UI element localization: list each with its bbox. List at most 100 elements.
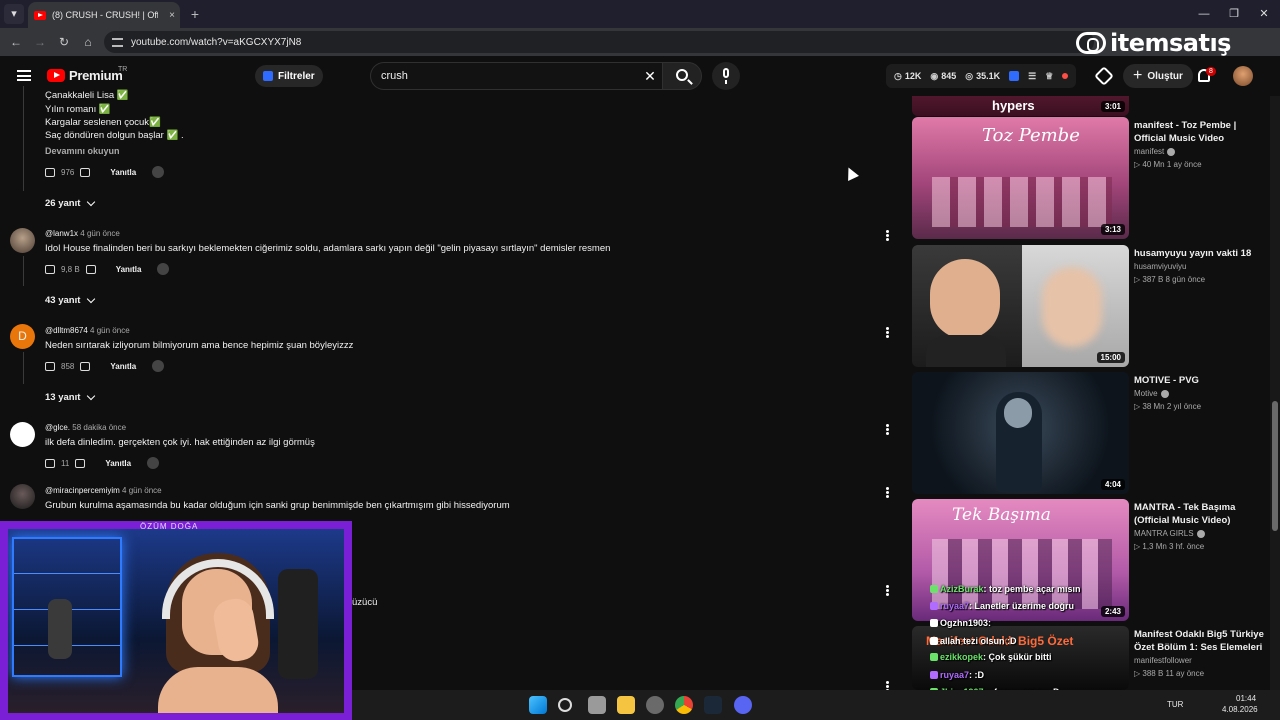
tab-close-button[interactable]: × xyxy=(164,10,180,21)
video-duration: 3:13 xyxy=(1100,224,1125,235)
chat-text: : xyxy=(988,618,992,628)
video-thumbnail[interactable]: 15:00 xyxy=(912,245,1129,367)
recommendation-item[interactable]: 15:00 husamyuyu yayın vakti 18 husamviyu… xyxy=(912,245,1280,369)
comment-handle[interactable]: @glce. xyxy=(45,423,70,432)
commenter-avatar[interactable]: D xyxy=(10,324,35,349)
extension-puzzle-icon[interactable] xyxy=(1094,66,1114,86)
channel-name[interactable]: MANTRA GIRLS xyxy=(1134,529,1205,538)
recommendation-item[interactable]: hypers 3:01 xyxy=(912,96,1280,116)
list-icon[interactable]: ☰ xyxy=(1028,71,1036,82)
scrollbar-thumb[interactable] xyxy=(1272,401,1278,531)
create-button[interactable]: + Oluştur xyxy=(1123,64,1193,88)
verified-icon xyxy=(1160,389,1169,398)
replies-toggle[interactable]: 26 yanıt xyxy=(45,197,96,209)
replies-toggle[interactable]: 13 yanıt xyxy=(45,391,96,403)
comment-time: 4 gün önce xyxy=(122,486,162,495)
chat-text: allah tezi olsun :D xyxy=(940,636,1017,646)
comment-menu-icon[interactable] xyxy=(886,584,890,597)
video-thumbnail[interactable]: 4:04 xyxy=(912,372,1129,494)
reply-button[interactable]: Yanıtla xyxy=(116,265,142,274)
comment-menu-icon[interactable] xyxy=(886,326,890,339)
youtube-logo[interactable]: Premium xyxy=(47,68,123,83)
channel-name[interactable]: manifest xyxy=(1134,147,1176,156)
tab-search-menu[interactable]: ▾ xyxy=(4,4,24,24)
comment-handle[interactable]: @miracinpercemiyim xyxy=(45,486,120,495)
tab-title: (8) CRUSH - CRUSH! | Official M xyxy=(52,10,158,20)
comment-menu-icon[interactable] xyxy=(886,229,890,242)
discord-icon[interactable] xyxy=(734,696,752,714)
reply-button[interactable]: Yanıtla xyxy=(110,362,136,371)
recommendation-item[interactable]: 4:04 MOTIVE - PVG Motive ▷ 38 Mn 2 yıl ö… xyxy=(912,372,1280,496)
home-button[interactable]: ⌂ xyxy=(80,34,96,50)
chat-message: AzizBurak: toz pembe açar mısın xyxy=(930,584,1081,594)
commenter-avatar[interactable] xyxy=(10,228,35,253)
dislike-icon[interactable] xyxy=(80,361,91,371)
comment-time: 58 dakika önce xyxy=(72,423,127,432)
menu-icon[interactable] xyxy=(17,70,31,81)
channel-name-text: manifest xyxy=(1134,147,1165,156)
address-bar[interactable]: youtube.com/watch?v=aKGCXYX7jN8 xyxy=(104,31,1094,53)
clear-search-icon[interactable]: ✕ xyxy=(638,68,662,85)
steam-icon[interactable] xyxy=(704,696,722,714)
trophy-icon[interactable]: ♕ xyxy=(1045,71,1053,82)
file-explorer-icon[interactable] xyxy=(617,696,635,714)
dislike-icon[interactable] xyxy=(85,264,96,274)
video-thumbnail[interactable]: Toz Pembe 3:13 xyxy=(912,117,1129,239)
reply-button[interactable]: Yanıtla xyxy=(105,459,131,468)
dislike-icon[interactable] xyxy=(80,167,91,177)
comment-menu-icon[interactable] xyxy=(886,486,890,499)
like-icon[interactable] xyxy=(45,361,55,371)
close-window-button[interactable]: ✕ xyxy=(1248,0,1280,28)
video-title[interactable]: Manifest Odaklı Big5 Türkiye Özet Bölüm … xyxy=(1134,628,1269,654)
reply-button[interactable]: Yanıtla xyxy=(110,168,136,177)
dislike-icon[interactable] xyxy=(75,458,86,468)
channel-name[interactable]: husamviyuviyu xyxy=(1134,262,1186,271)
minimize-button[interactable]: — xyxy=(1188,0,1220,28)
commenter-avatar[interactable] xyxy=(10,422,35,447)
read-more-link[interactable]: Devamını okuyun xyxy=(45,146,120,156)
back-button[interactable]: ← xyxy=(8,34,24,50)
stat-uptime: ◷ 12K xyxy=(894,71,921,82)
like-icon[interactable] xyxy=(45,264,55,274)
video-thumbnail[interactable]: hypers 3:01 xyxy=(912,96,1129,116)
comment-actions: 858 Yanıtla xyxy=(45,359,165,373)
reload-button[interactable]: ↻ xyxy=(56,34,72,50)
comment-header: @lanw1x 4 gün önce xyxy=(45,229,120,238)
chrome-icon[interactable] xyxy=(675,696,693,714)
taskbar-search-icon[interactable] xyxy=(558,698,572,712)
language-indicator[interactable]: TUR xyxy=(1167,700,1183,709)
stat-views-value: 845 xyxy=(941,71,957,81)
new-tab-button[interactable]: + xyxy=(186,5,204,23)
like-icon[interactable] xyxy=(45,458,55,468)
video-title[interactable]: manifest - Toz Pembe | Official Music Vi… xyxy=(1134,119,1269,145)
task-view-icon[interactable] xyxy=(588,696,606,714)
video-title[interactable]: husamyuyu yayın vakti 18 xyxy=(1134,247,1269,260)
video-title[interactable]: MANTRA - Tek Başıma (Official Music Vide… xyxy=(1134,501,1269,527)
site-settings-icon[interactable] xyxy=(112,37,123,47)
chat-username: AzizBurak xyxy=(940,584,984,594)
maximize-button[interactable]: ❐ xyxy=(1218,0,1250,28)
page-scrollbar[interactable] xyxy=(1270,96,1280,690)
replies-toggle[interactable]: 43 yanıt xyxy=(45,294,96,306)
forward-button[interactable]: → xyxy=(32,34,48,50)
browser-tab[interactable]: (8) CRUSH - CRUSH! | Official M × xyxy=(28,2,180,28)
channel-name-text: husamviyuviyu xyxy=(1134,262,1187,271)
start-button-icon[interactable] xyxy=(529,696,547,714)
commenter-avatar[interactable] xyxy=(10,484,35,509)
channel-name-text: MANTRA GIRLS xyxy=(1134,529,1194,538)
recommendation-item[interactable]: Toz Pembe 3:13 manifest - Toz Pembe | Of… xyxy=(912,117,1280,241)
comment-handle[interactable]: @dlltm8674 xyxy=(45,326,88,335)
comment-menu-icon[interactable] xyxy=(886,423,890,436)
like-icon[interactable] xyxy=(45,167,55,177)
obs-icon[interactable] xyxy=(646,696,664,714)
youtube-favicon-icon xyxy=(34,10,46,20)
channel-name[interactable]: manifestfollower xyxy=(1134,656,1192,665)
extension-icon[interactable] xyxy=(1009,71,1020,81)
comment-handle[interactable]: @lanw1x xyxy=(45,229,78,238)
video-title[interactable]: MOTIVE - PVG xyxy=(1134,374,1269,387)
channel-name[interactable]: Motive xyxy=(1134,389,1169,398)
chat-text: : :D xyxy=(969,670,985,680)
account-avatar[interactable] xyxy=(1233,66,1253,86)
create-label: Oluştur xyxy=(1147,70,1183,82)
filters-button[interactable]: Filtreler xyxy=(255,65,323,87)
